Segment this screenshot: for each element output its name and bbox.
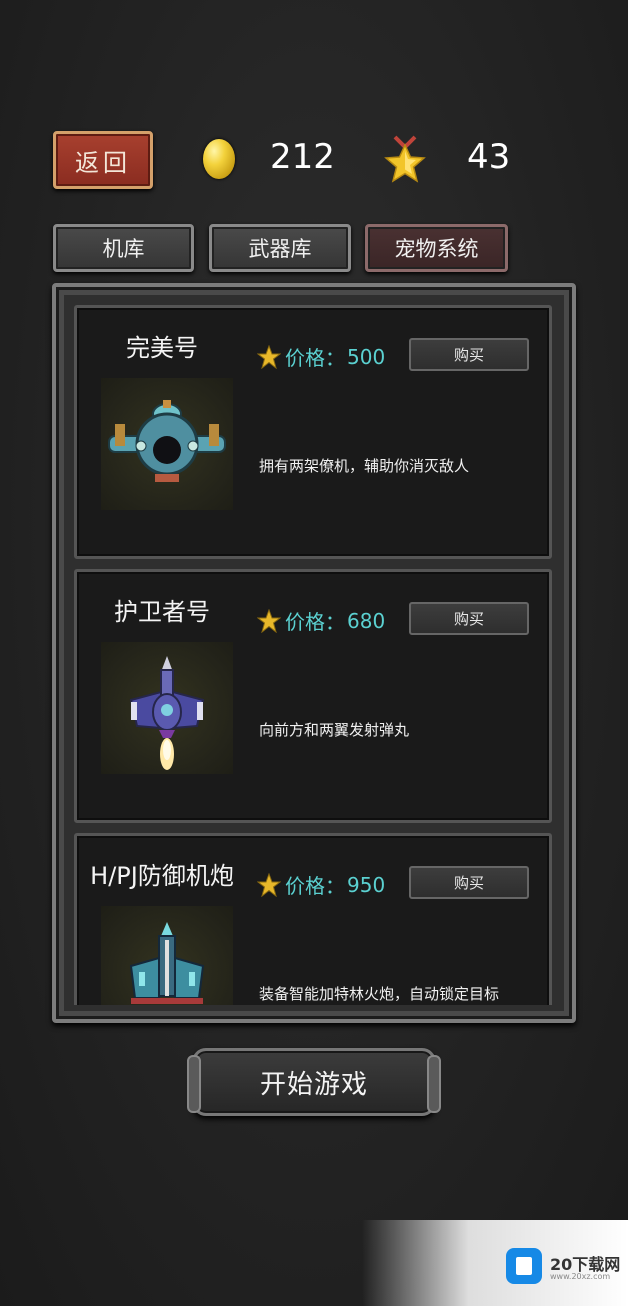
buy-button[interactable]: 购买 (409, 338, 529, 371)
star-icon (257, 872, 281, 897)
item-name: H/PJ防御机炮 (90, 862, 234, 890)
watermark-url: www.20xz.com (550, 1272, 611, 1281)
item-description: 向前方和两翼发射弹丸 (259, 721, 410, 739)
item-name: 完美号 (126, 334, 198, 362)
list-item: H/PJ防御机炮 价格： 950 购买 装备智能加特林火炮，自动锁定目标 (74, 833, 552, 1005)
watermark-logo-icon (506, 1248, 542, 1284)
price-row: 价格： 500 (257, 342, 385, 371)
item-list[interactable]: 完美号 价格： 500 购买 拥有两架僚机，辅助你消灭敌人 护卫者号 价格： 6… (74, 305, 554, 1005)
start-game-button[interactable]: 开始游戏 (187, 1048, 441, 1116)
star-medal-icon (384, 135, 426, 183)
item-description: 拥有两架僚机，辅助你消灭敌人 (259, 457, 470, 475)
tab-armory[interactable]: 武器库 (209, 224, 351, 272)
tab-hangar[interactable]: 机库 (53, 224, 194, 272)
list-item: 完美号 价格： 500 购买 拥有两架僚机，辅助你消灭敌人 (74, 305, 552, 559)
coin-count: 212 (270, 137, 335, 177)
ship-thumbnail (101, 378, 233, 510)
coin-icon (203, 139, 235, 179)
price-label: 价格： (285, 346, 345, 370)
price-row: 价格： 950 (257, 870, 385, 899)
price-value: 950 (347, 872, 386, 897)
buy-button[interactable]: 购买 (409, 602, 529, 635)
tab-pet-system[interactable]: 宠物系统 (365, 224, 508, 272)
buy-button[interactable]: 购买 (409, 866, 529, 899)
star-icon (257, 344, 281, 369)
ship-thumbnail (101, 906, 233, 1005)
item-name: 护卫者号 (114, 598, 210, 626)
price-label: 价格： (285, 874, 345, 898)
price-value: 500 (347, 344, 386, 369)
price-label: 价格： (285, 610, 345, 634)
ship-thumbnail (101, 642, 233, 774)
list-item: 护卫者号 价格： 680 购买 向前方和两翼发射弹丸 (74, 569, 552, 823)
star-icon (257, 608, 281, 633)
price-value: 680 (347, 608, 386, 633)
back-button[interactable]: 返回 (53, 131, 153, 189)
star-count: 43 (467, 137, 511, 177)
ship-perfect-icon (108, 400, 226, 482)
ship-gatling-icon (129, 922, 205, 1004)
ship-guardian-icon (129, 656, 205, 770)
item-description: 装备智能加特林火炮，自动锁定目标 (259, 985, 500, 1003)
price-row: 价格： 680 (257, 606, 385, 635)
